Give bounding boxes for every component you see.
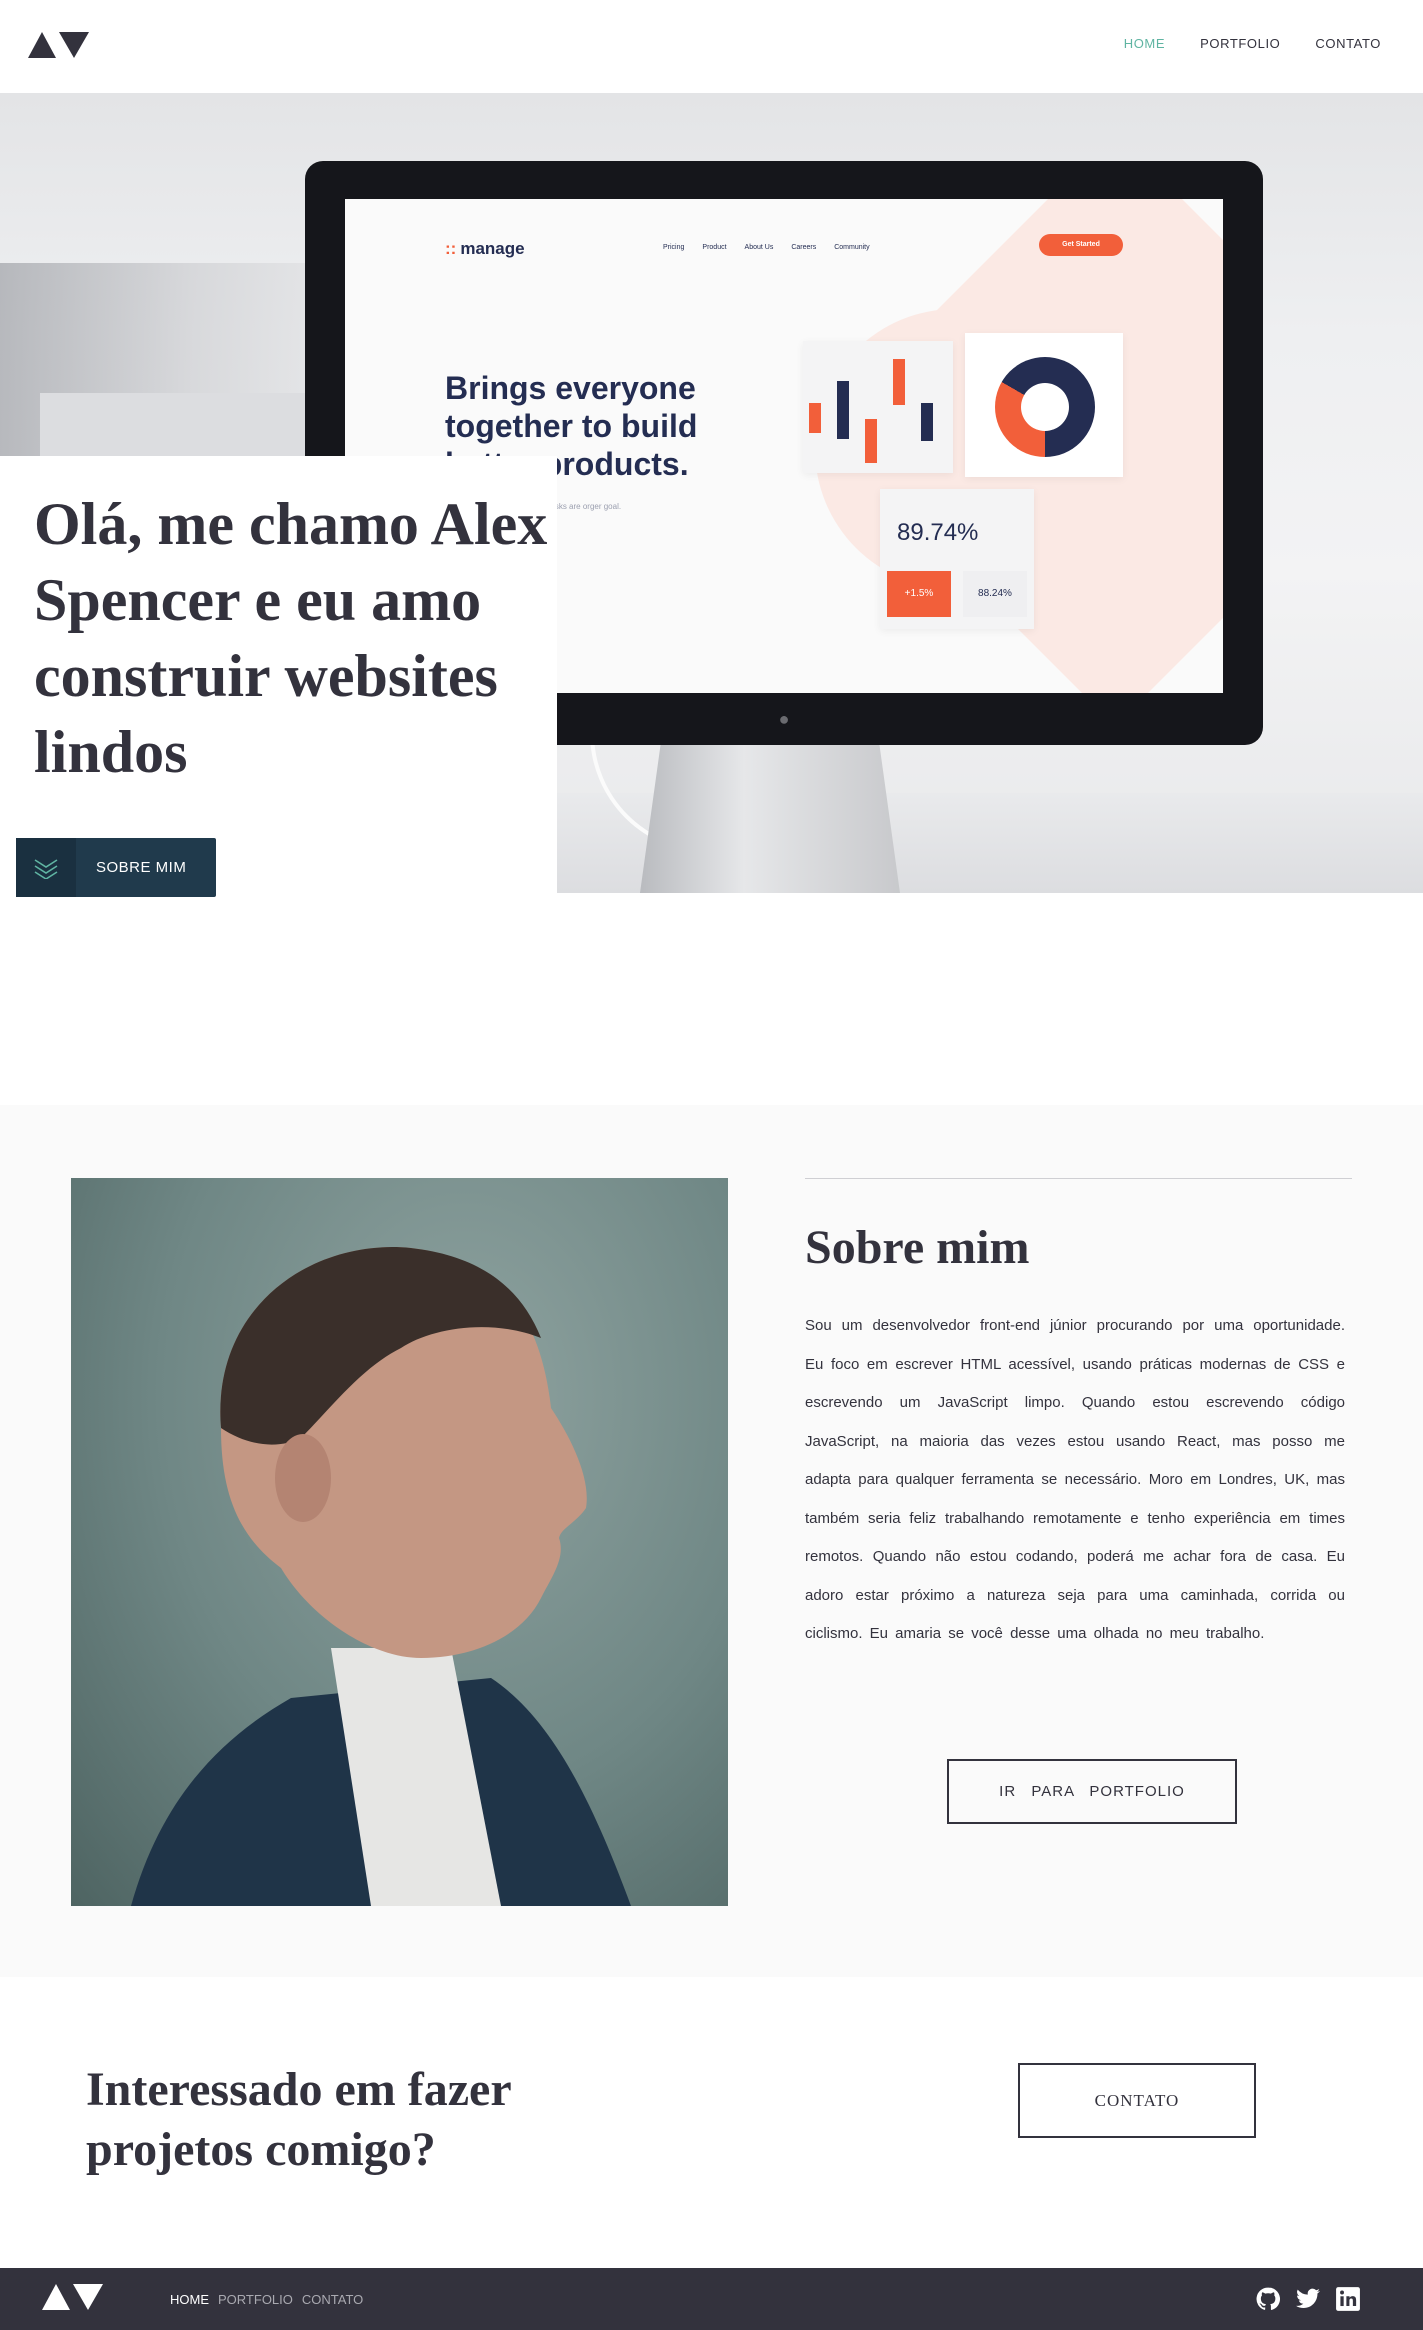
mock-stat-chip: 88.24% [963,571,1027,617]
mock-nav-item: Pricing [663,244,685,251]
mock-bar [865,419,877,463]
footer-nav-home-link[interactable]: HOME [170,2292,209,2307]
cta-title: Interessado em fazer projetos comigo? [86,2063,511,2176]
chevrons-down-icon [16,838,76,897]
mock-bar [837,381,849,439]
mock-stat-chip: +1.5% [887,571,951,617]
about-section: Sobre mim Sou um desenvolvedor front-end… [0,1105,1423,1977]
footer-logo-icon[interactable] [42,2282,104,2312]
mock-nav-item: Product [702,244,727,251]
footer-nav-contact-link[interactable]: CONTATO [302,2292,363,2307]
twitter-icon[interactable] [1295,2286,1321,2312]
mock-nav: Pricing Product About Us Careers Communi… [663,244,870,251]
logo-icon[interactable] [28,30,90,60]
hero-title: Olá, me chamo Alex Spencer e eu amo cons… [34,491,548,785]
footer-nav-portfolio-link[interactable]: PORTFOLIO [218,2292,293,2307]
mock-stat-big: 89.74% [897,519,979,546]
main-nav: HOME PORTFOLIO CONTATO [1124,36,1381,51]
about-title: Sobre mim [805,1221,1030,1274]
mock-bar-card [803,341,953,473]
mock-brand-name: manage [460,239,525,258]
mock-donut-chart [995,357,1095,457]
profile-photo [71,1178,728,1906]
hero-card: Olá, me chamo Alex Spencer e eu amo cons… [0,456,557,897]
nav-portfolio-link[interactable]: PORTFOLIO [1200,36,1280,51]
mock-nav-item: Careers [791,244,817,251]
apple-logo-icon: ● [778,709,790,729]
mock-bar [809,403,821,433]
site-header: HOME PORTFOLIO CONTATO [0,0,1423,93]
linkedin-icon[interactable] [1335,2286,1361,2312]
footer-nav: HOME PORTFOLIO CONTATO [170,2292,363,2307]
mock-bar [893,359,905,405]
nav-contact-link[interactable]: CONTATO [1315,36,1381,51]
monitor-stand [640,743,900,893]
social-links [1255,2286,1361,2312]
mock-nav-item: About Us [744,244,774,251]
about-me-button-label: SOBRE MIM [96,859,187,876]
mock-brand: :: manage [445,239,525,258]
site-footer: HOME PORTFOLIO CONTATO [0,2268,1423,2330]
github-icon[interactable] [1255,2286,1281,2312]
about-me-button[interactable]: SOBRE MIM [16,838,216,897]
go-to-portfolio-button[interactable]: IR PARA PORTFOLIO [947,1759,1237,1824]
mock-cta-button: Get Started [1039,234,1123,256]
about-text: Sou um desenvolvedor front-end júnior pr… [805,1317,1345,1642]
contact-button[interactable]: CONTATO [1018,2063,1256,2138]
mock-bar [921,403,933,441]
mock-nav-item: Community [834,244,870,251]
section-divider [805,1178,1352,1179]
nav-home-link[interactable]: HOME [1124,36,1165,51]
